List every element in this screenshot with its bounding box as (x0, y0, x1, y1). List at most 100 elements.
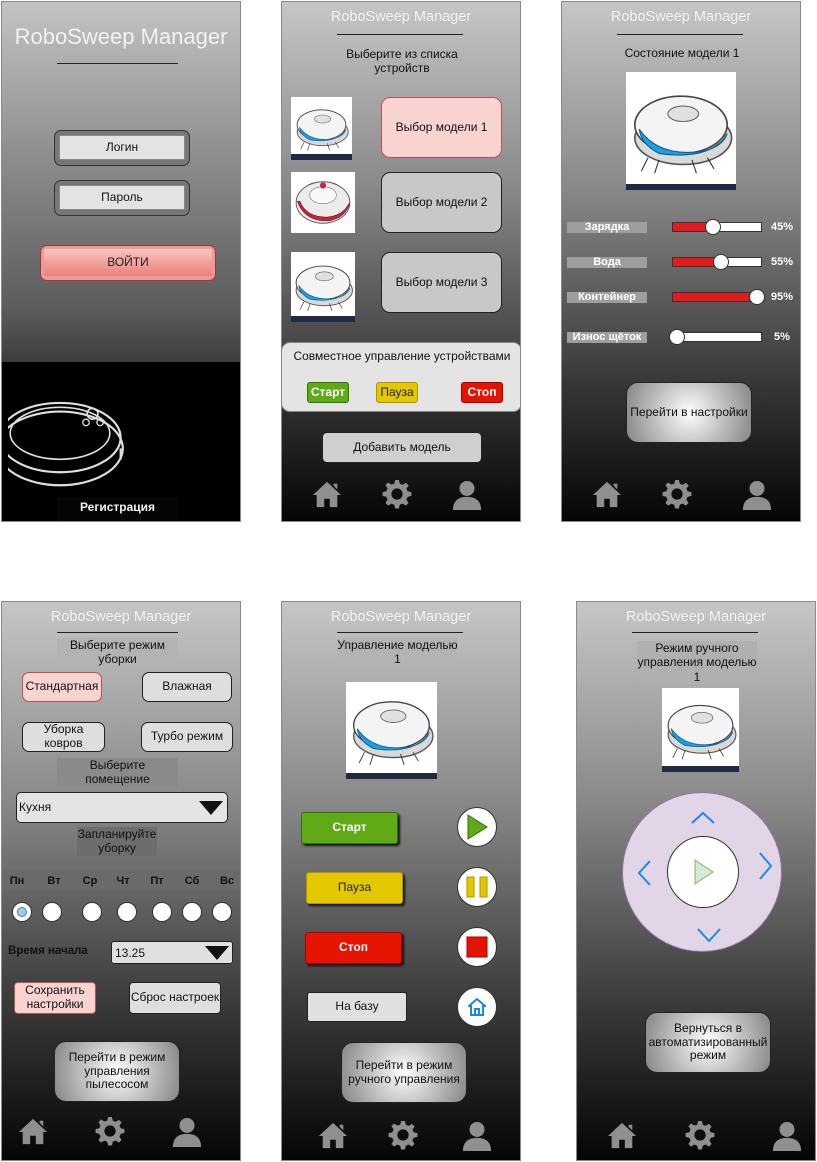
device-list-screen: RoboSweep Manager Выберите из списка уст… (281, 1, 521, 522)
mode-standard-button[interactable]: Стандартная (22, 672, 102, 702)
radio-sat[interactable] (182, 902, 202, 922)
day-fri: Пт (150, 875, 164, 887)
arrow-up-icon[interactable] (690, 811, 716, 825)
home-icon[interactable] (318, 1120, 348, 1150)
home-icon[interactable] (18, 1116, 48, 1146)
joint-stop-button[interactable]: Стоп (461, 382, 503, 403)
user-icon[interactable] (742, 479, 772, 511)
control-title: Управление моделью 1 (337, 638, 458, 667)
manual-control-button[interactable]: Перейти в режим ручного управления (341, 1042, 467, 1103)
image-caption (346, 773, 437, 779)
gear-icon[interactable] (95, 1116, 125, 1146)
center-play-button[interactable] (667, 836, 739, 908)
gear-icon[interactable] (662, 479, 692, 509)
gear-icon[interactable] (685, 1120, 715, 1150)
play-button[interactable] (457, 807, 497, 847)
robot-icon (626, 72, 736, 182)
start-time-value: 13.25 (115, 946, 146, 960)
app-title: RoboSweep Manager (330, 9, 472, 25)
enter-button[interactable]: ВОЙТИ (44, 249, 212, 276)
manual-mode-button[interactable]: Перейти в режим управления пылесосом (54, 1041, 180, 1102)
password-field[interactable]: Пароль (59, 185, 185, 210)
select-model-3-button[interactable]: Выбор модели 3 (381, 252, 502, 313)
home-icon[interactable] (607, 1120, 637, 1150)
app-title: RoboSweep Manager (50, 609, 192, 625)
home-icon[interactable] (312, 479, 342, 509)
radio-wed[interactable] (82, 902, 102, 922)
metric-percent: 45% (770, 221, 794, 233)
mode-wet-button[interactable]: Влажная (142, 672, 232, 702)
joint-pause-button[interactable]: Пауза (376, 382, 418, 403)
radio-sun[interactable] (212, 902, 232, 922)
login-screen: RoboSweep Manager Логин Пароль ВОЙТИ Рег… (1, 1, 241, 522)
mode-title: Выберите режим уборки (57, 638, 178, 667)
water-slider[interactable] (672, 254, 762, 270)
pause-round-button[interactable] (457, 867, 497, 907)
metric-percent: 95% (770, 291, 794, 303)
model-3-thumbnail (291, 252, 355, 322)
robot-icon (662, 688, 739, 766)
user-icon[interactable] (462, 1120, 492, 1152)
charge-slider[interactable] (672, 219, 762, 235)
radio-mon[interactable] (12, 902, 32, 922)
select-model-1-button[interactable]: Выбор модели 1 (381, 97, 502, 158)
model-1-thumbnail (291, 97, 352, 160)
home-outline-icon (468, 998, 486, 1016)
brush-wear-slider[interactable] (669, 329, 762, 345)
direction-pad (622, 792, 782, 952)
stop-button[interactable]: Стоп (305, 932, 402, 964)
radio-tue[interactable] (42, 902, 62, 922)
image-caption (662, 766, 739, 772)
slider-knob[interactable] (713, 254, 730, 270)
app-title: RoboSweep Manager (625, 609, 767, 625)
go-to-settings-button[interactable]: Перейти в настройки (626, 382, 752, 443)
title-divider (57, 63, 178, 64)
pause-icon (466, 876, 488, 898)
home-round-button[interactable] (457, 987, 497, 1027)
gear-icon[interactable] (388, 1120, 418, 1150)
arrow-down-icon[interactable] (696, 927, 722, 943)
joint-start-button[interactable]: Старт (307, 382, 349, 403)
user-icon[interactable] (772, 1120, 802, 1152)
pause-button[interactable]: Пауза (306, 872, 403, 904)
save-settings-button[interactable]: Сохранить настройки (14, 982, 96, 1014)
add-model-button[interactable]: Добавить модель (322, 432, 482, 463)
arrow-right-icon[interactable] (757, 851, 773, 881)
radio-fri[interactable] (152, 902, 172, 922)
register-link[interactable]: Регистрация (57, 497, 178, 521)
day-thu: Чт (116, 875, 130, 887)
back-to-auto-button[interactable]: Вернуться в автоматизированный режим (645, 1012, 771, 1073)
room-title: Выберите помещение (57, 758, 178, 787)
stop-round-button[interactable] (457, 927, 497, 967)
gear-icon[interactable] (382, 479, 412, 509)
slider-knob[interactable] (669, 329, 686, 345)
robot-icon (291, 97, 352, 155)
to-base-button[interactable]: На базу (307, 992, 407, 1022)
mode-turbo-button[interactable]: Турбо режим (141, 722, 233, 752)
select-model-2-button[interactable]: Выбор модели 2 (381, 172, 502, 233)
bottom-nav (2, 1116, 240, 1148)
start-button[interactable]: Старт (301, 812, 398, 844)
stop-icon (466, 936, 488, 958)
reset-settings-button[interactable]: Сброс настроек (129, 982, 221, 1014)
arrow-left-icon[interactable] (637, 859, 653, 887)
room-select[interactable]: Кухня (16, 792, 228, 823)
slider-knob[interactable] (704, 219, 721, 235)
control-screen: RoboSweep Manager Управление моделью 1 С… (281, 601, 521, 1161)
radio-thu[interactable] (117, 902, 137, 922)
metric-label: Вода (567, 257, 647, 268)
slider-knob[interactable] (748, 289, 765, 305)
user-icon[interactable] (172, 1116, 202, 1148)
mode-carpet-button[interactable]: Уборка ковров (22, 722, 105, 752)
title-divider (617, 34, 743, 35)
joint-control-title: Совместное управление устройствами (293, 349, 511, 363)
start-time-select[interactable]: 13.25 (111, 941, 233, 964)
container-slider[interactable] (672, 289, 765, 305)
user-icon[interactable] (452, 479, 482, 511)
model-1-image (626, 72, 736, 190)
home-icon[interactable] (592, 479, 622, 509)
slider-fill (673, 293, 757, 301)
login-field[interactable]: Логин (59, 135, 185, 160)
title-divider (337, 34, 463, 35)
metric-percent: 55% (770, 256, 794, 268)
